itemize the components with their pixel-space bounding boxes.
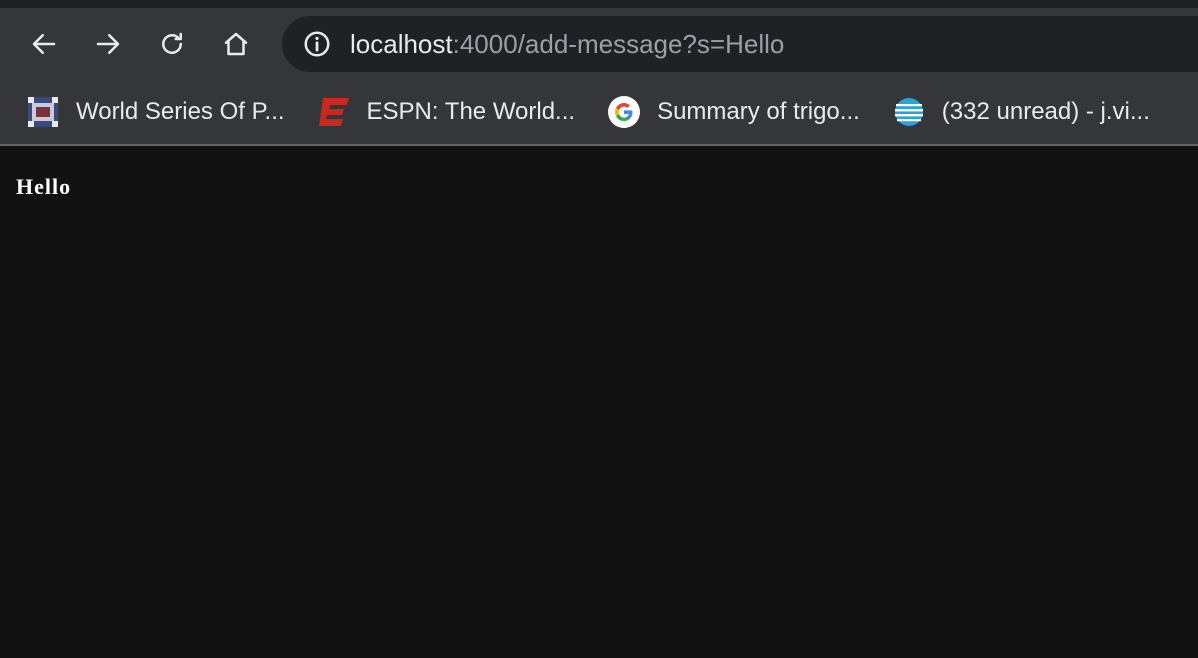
bookmark-label: World Series Of P... bbox=[76, 98, 285, 125]
espn-favicon bbox=[317, 95, 351, 129]
info-icon[interactable] bbox=[302, 29, 332, 59]
bookmark-google[interactable]: Summary of trigo... bbox=[607, 95, 860, 129]
google-favicon bbox=[607, 95, 641, 129]
bookmark-att[interactable]: (332 unread) - j.vi... bbox=[892, 95, 1150, 129]
bookmark-label: Summary of trigo... bbox=[657, 98, 860, 125]
message-text: Hello bbox=[16, 174, 72, 199]
bookmark-espn[interactable]: ESPN: The World... bbox=[317, 95, 576, 129]
address-bar[interactable]: localhost:4000/add-message?s=Hello bbox=[282, 16, 1198, 72]
url-text[interactable]: localhost:4000/add-message?s=Hello bbox=[350, 29, 784, 60]
forward-arrow-icon bbox=[96, 34, 120, 54]
bookmarks-bar: World Series Of P... ESPN: The World... … bbox=[0, 80, 1198, 146]
home-button[interactable] bbox=[220, 28, 252, 60]
forward-button[interactable] bbox=[92, 28, 124, 60]
reload-icon bbox=[162, 32, 182, 54]
wsop-favicon bbox=[26, 95, 60, 129]
att-favicon bbox=[892, 95, 926, 129]
page-content: Hello bbox=[0, 146, 1198, 228]
bookmark-label: ESPN: The World... bbox=[366, 98, 576, 125]
home-icon bbox=[224, 32, 248, 56]
url-path: :4000/add-message?s=Hello bbox=[452, 28, 785, 59]
reload-button[interactable] bbox=[156, 28, 188, 60]
back-button[interactable] bbox=[28, 28, 60, 60]
bookmark-wsop[interactable]: World Series Of P... bbox=[26, 95, 285, 129]
url-host: localhost bbox=[350, 28, 453, 59]
back-arrow-icon bbox=[32, 34, 56, 54]
browser-toolbar: localhost:4000/add-message?s=Hello bbox=[0, 8, 1198, 80]
bookmark-label: (332 unread) - j.vi... bbox=[941, 98, 1150, 125]
top-strip bbox=[0, 0, 1198, 8]
